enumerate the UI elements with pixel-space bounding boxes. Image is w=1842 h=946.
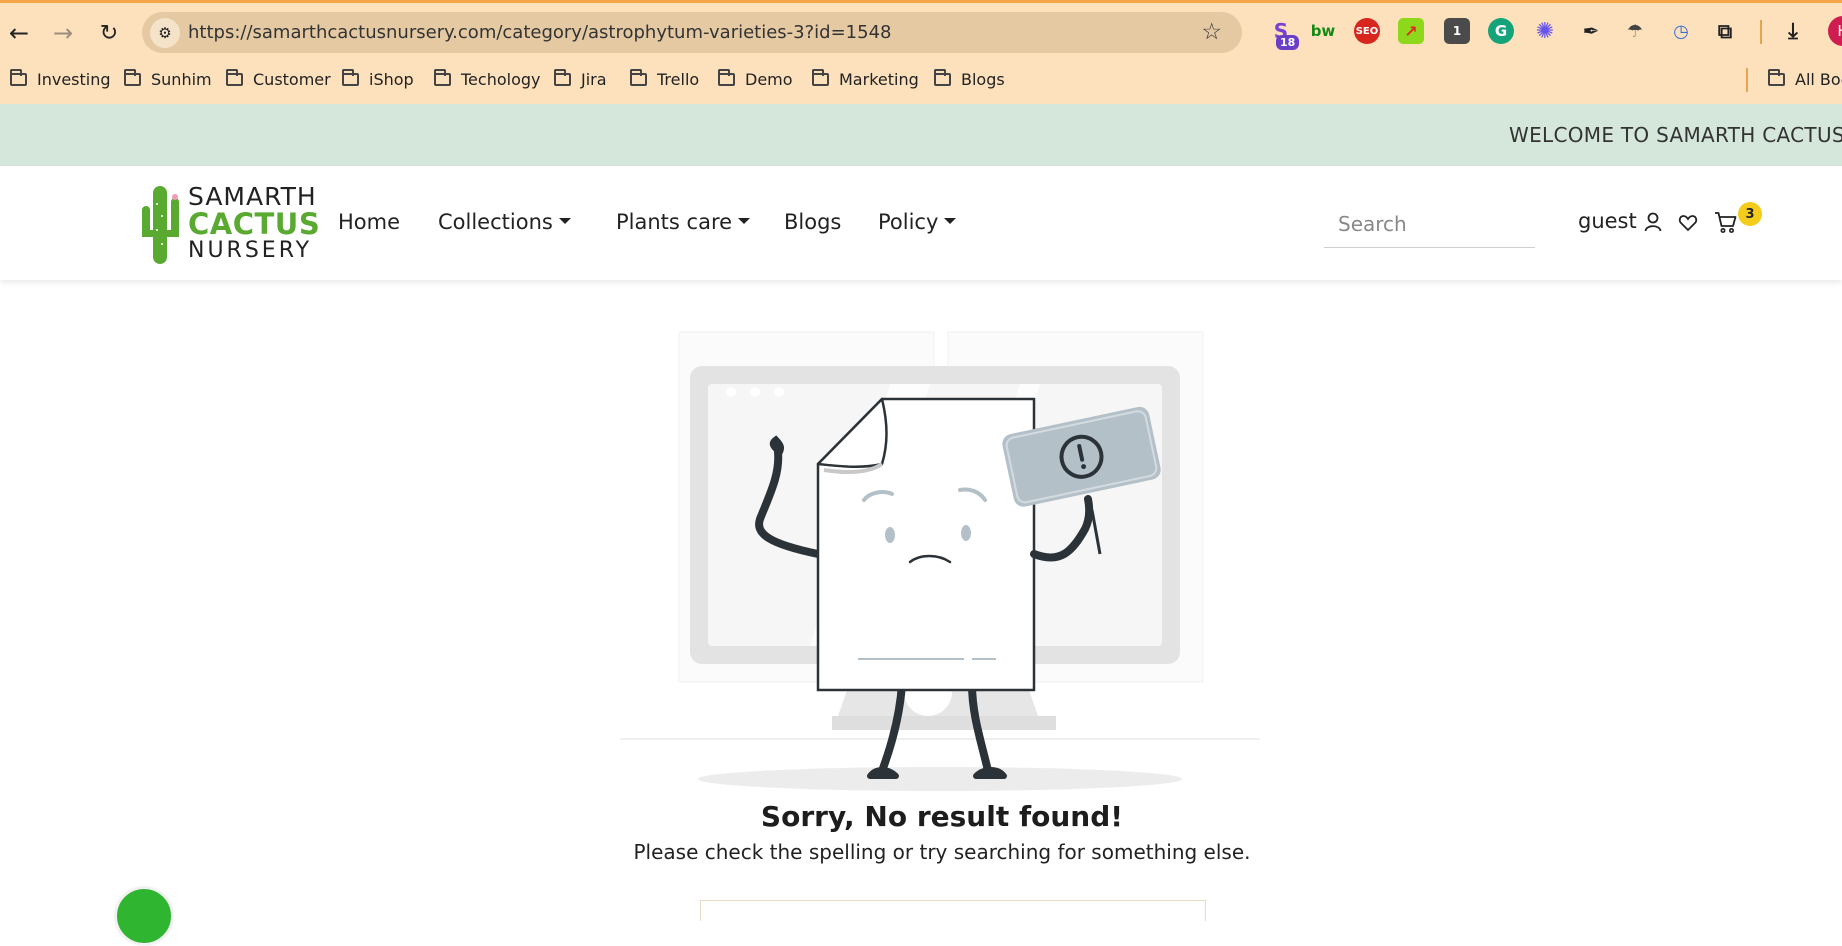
folder-icon <box>718 68 735 86</box>
nav-policy[interactable]: Policy <box>878 210 957 234</box>
bookmark-customer[interactable]: Customer <box>226 64 331 94</box>
folder-icon <box>342 68 359 86</box>
bookmark-marketing[interactable]: Marketing <box>812 64 919 94</box>
toolbar-separator <box>1760 20 1762 44</box>
browser-chrome: ← → ↻ ⚙ https://samarthcactusnursery.com… <box>0 0 1842 104</box>
site-header: SAMARTH CACTUS NURSERY Home Collections … <box>0 166 1842 280</box>
folder-icon <box>630 68 647 86</box>
address-bar[interactable]: ⚙ https://samarthcactusnursery.com/categ… <box>142 12 1242 53</box>
bookmarks-separator <box>1746 68 1748 92</box>
bookmark-star-icon[interactable]: ☆ <box>1201 19 1222 45</box>
bookmark-demo[interactable]: Demo <box>718 64 793 94</box>
cart-count-badge: 3 <box>1738 202 1762 226</box>
welcome-text: WELCOME TO SAMARTH CACTUS N <box>1509 123 1842 147</box>
profile-avatar[interactable]: H <box>1828 16 1842 46</box>
forward-button[interactable]: → <box>46 16 80 50</box>
user-name[interactable]: guest <box>1578 209 1637 233</box>
folder-icon <box>934 68 951 86</box>
all-bookmarks[interactable]: All Boo <box>1768 64 1842 94</box>
bookmark-sunhim[interactable]: Sunhim <box>124 64 212 94</box>
caret-down-icon <box>738 218 751 224</box>
caret-down-icon <box>944 218 957 224</box>
cart-icon[interactable] <box>1714 210 1738 234</box>
bookmark-techology[interactable]: Techology <box>434 64 540 94</box>
folder-icon <box>1768 68 1785 86</box>
logo-wordmark: SAMARTH CACTUS NURSERY <box>188 182 321 263</box>
welcome-banner: WELCOME TO SAMARTH CACTUS N <box>0 104 1842 166</box>
whatsapp-chat-icon[interactable] <box>114 886 174 946</box>
cactus-logo-icon <box>142 186 179 264</box>
bookmark-blogs[interactable]: Blogs <box>934 64 1005 94</box>
no-result-subtitle: Please check the spelling or try searchi… <box>633 840 1251 864</box>
no-result-title: Sorry, No result found! <box>760 800 1124 833</box>
download-icon[interactable]: ⤓ <box>1780 18 1806 44</box>
extension-bird-icon[interactable]: ☂ <box>1622 18 1648 44</box>
extension-bw-icon[interactable]: bw <box>1310 18 1336 44</box>
site-logo[interactable]: SAMARTH CACTUS NURSERY <box>140 184 320 266</box>
bottom-card-edge <box>700 900 1206 921</box>
bookmark-jira[interactable]: Jira <box>554 64 607 94</box>
bookmark-ishop[interactable]: iShop <box>342 64 414 94</box>
caret-down-icon <box>558 218 571 224</box>
extension-password-icon[interactable]: 1 <box>1444 18 1470 44</box>
site-info-icon[interactable]: ⚙ <box>150 18 180 48</box>
folder-icon <box>226 68 243 86</box>
extension-seo-icon[interactable]: SEO <box>1354 18 1380 44</box>
no-result-illustration <box>620 331 1260 791</box>
nav-blogs[interactable]: Blogs <box>784 210 841 234</box>
folder-icon <box>812 68 829 86</box>
extension-grammarly-icon[interactable]: G <box>1488 18 1514 44</box>
reload-button[interactable]: ↻ <box>92 16 126 50</box>
bookmark-investing[interactable]: Investing <box>10 64 111 94</box>
folder-icon <box>434 68 451 86</box>
bookmarks-bar: Investing Sunhim Customer iShop Techolog… <box>0 64 1842 96</box>
extension-arrow-icon[interactable]: ↗ <box>1398 18 1424 44</box>
wishlist-heart-icon[interactable] <box>1678 213 1698 233</box>
folder-icon <box>124 68 141 86</box>
nav-collections[interactable]: Collections <box>438 210 571 234</box>
search-input[interactable] <box>1324 200 1535 248</box>
bookmark-trello[interactable]: Trello <box>630 64 699 94</box>
back-button[interactable]: ← <box>2 16 36 50</box>
folder-icon <box>10 68 27 86</box>
extension-sparkle-icon[interactable]: ✺ <box>1532 18 1558 44</box>
user-icon[interactable] <box>1644 211 1662 233</box>
url-text[interactable]: https://samarthcactusnursery.com/categor… <box>188 22 892 43</box>
nav-plants-care[interactable]: Plants care <box>616 210 751 234</box>
extension-clock-icon[interactable]: ◷ <box>1668 18 1694 44</box>
extension-eyedropper-icon[interactable]: ✒ <box>1578 18 1604 44</box>
folder-icon <box>554 68 571 86</box>
extension-badge: 18 <box>1276 35 1300 50</box>
extensions-puzzle-icon[interactable]: ⧉ <box>1712 18 1738 44</box>
nav-home[interactable]: Home <box>338 210 400 234</box>
